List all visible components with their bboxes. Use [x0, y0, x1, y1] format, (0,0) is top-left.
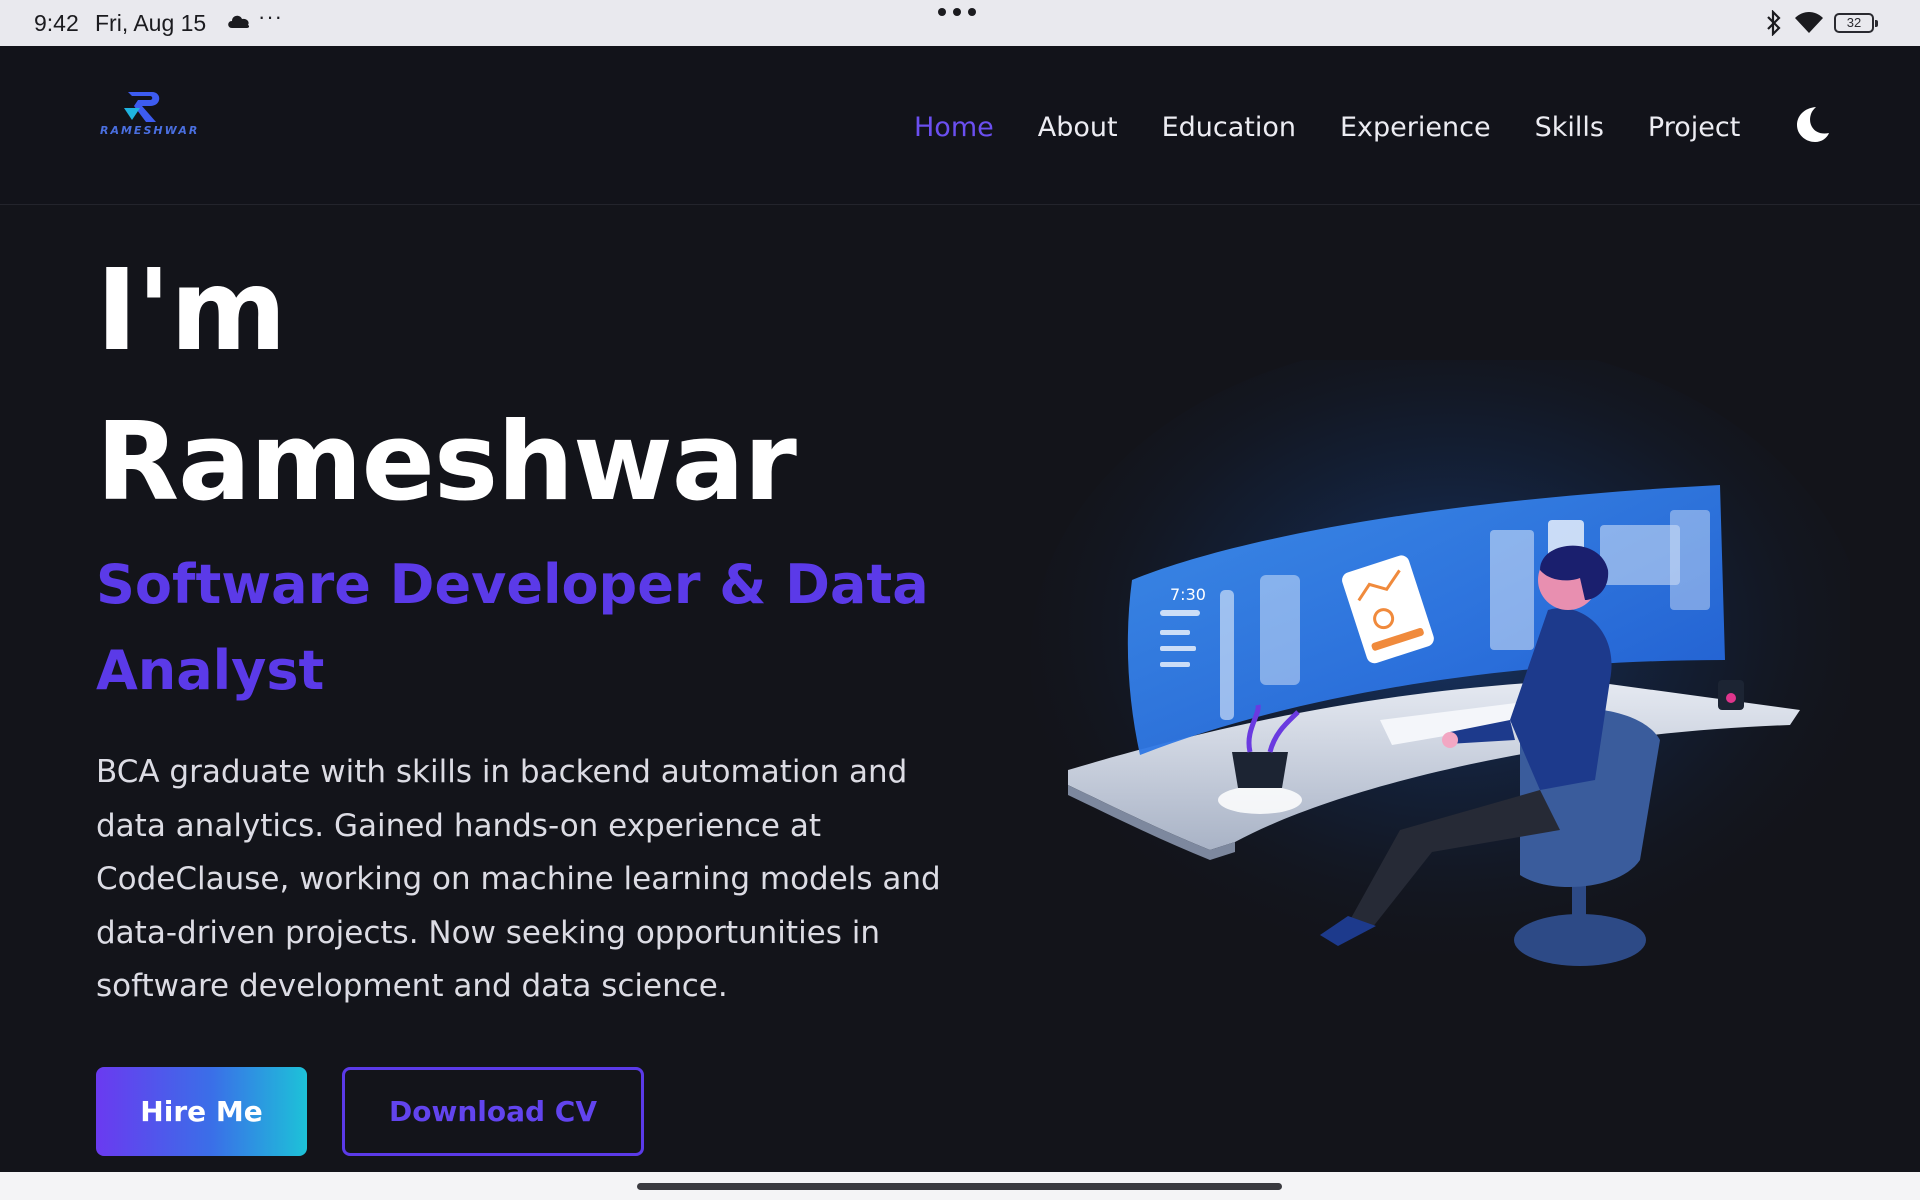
- cloud-icon: [228, 15, 250, 28]
- hero-name: Rameshwar: [96, 400, 797, 525]
- hire-me-button[interactable]: Hire Me: [96, 1067, 307, 1156]
- hero-description: BCA graduate with skills in backend auto…: [96, 754, 941, 1004]
- battery-icon: 32: [1834, 13, 1878, 33]
- status-more-icon: ···: [258, 4, 283, 29]
- multitask-dots-icon[interactable]: [938, 8, 976, 16]
- download-cv-button[interactable]: Download CV: [342, 1067, 644, 1156]
- nav-home[interactable]: Home: [914, 112, 994, 143]
- nav-education[interactable]: Education: [1162, 112, 1296, 143]
- site-logo[interactable]: RAMESHWAR: [100, 86, 200, 150]
- logo-mark-icon: [124, 92, 160, 122]
- hero-greeting: I'm: [96, 246, 287, 376]
- wifi-icon: [1795, 12, 1823, 33]
- home-indicator[interactable]: [637, 1183, 1282, 1190]
- nav-experience[interactable]: Experience: [1340, 112, 1491, 143]
- hero-role: Software Developer & Data Analyst: [96, 553, 929, 702]
- site-header: RAMESHWAR Home About Education Experienc…: [0, 46, 1920, 205]
- nav-about[interactable]: About: [1038, 112, 1118, 143]
- nav-skills[interactable]: Skills: [1535, 112, 1604, 143]
- nav-project[interactable]: Project: [1648, 112, 1740, 143]
- status-date: Fri, Aug 15: [95, 10, 207, 36]
- bluetooth-icon: [1767, 10, 1781, 36]
- system-status-bar: 9:42 Fri, Aug 15 ··· 32: [0, 0, 1920, 46]
- status-time: 9:42: [34, 10, 79, 36]
- logo-text: RAMESHWAR: [100, 124, 200, 137]
- moon-icon[interactable]: [1794, 104, 1830, 144]
- main-nav: Home About Education Experience Skills P…: [914, 107, 1784, 147]
- illustration-clock: 7:30: [1170, 585, 1206, 604]
- battery-level: 32: [1846, 15, 1862, 30]
- hero-illustration: 7:30: [1030, 360, 1850, 980]
